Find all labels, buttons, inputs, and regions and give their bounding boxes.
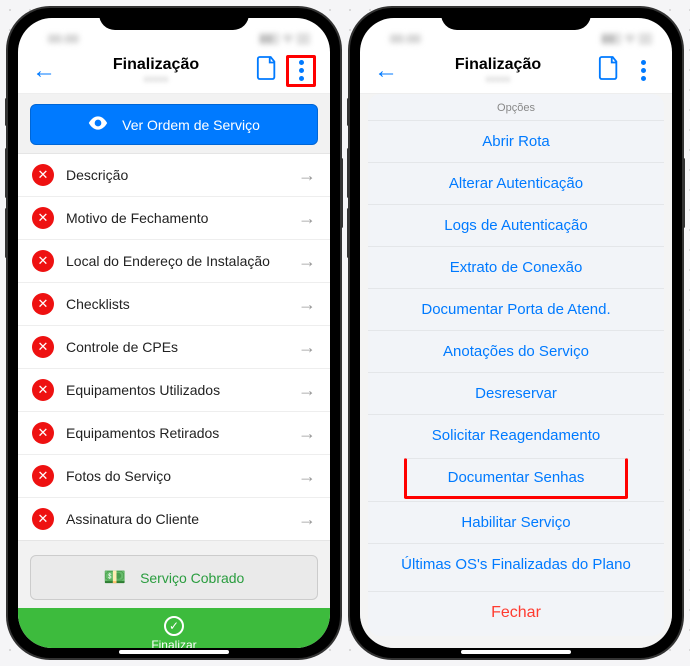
chevron-right-icon: → (298, 208, 316, 229)
sheet-option-service-notes[interactable]: Anotações do Serviço (368, 330, 664, 372)
sheet-option-document-port[interactable]: Documentar Porta de Atend. (368, 288, 664, 330)
error-icon: ✕ (32, 293, 54, 315)
page-subtitle: xxxxx (144, 74, 169, 85)
list-item[interactable]: ✕Fotos do Serviço→ (18, 455, 330, 498)
view-service-order-button[interactable]: Ver Ordem de Serviço (30, 104, 318, 145)
list-item[interactable]: ✕Equipamentos Utilizados→ (18, 369, 330, 412)
list-item[interactable]: ✕Descrição→ (18, 154, 330, 197)
status-bar: 00:00 ▮▮▯ ᯤ ▯▯ (360, 18, 672, 48)
sheet-title: Opções (368, 94, 664, 120)
sheet-option-request-reschedule[interactable]: Solicitar Reagendamento (368, 414, 664, 456)
error-icon: ✕ (32, 336, 54, 358)
error-icon: ✕ (32, 379, 54, 401)
error-icon: ✕ (32, 250, 54, 272)
check-icon: ✓ (164, 616, 184, 636)
finalization-checklist: ✕Descrição→ ✕Motivo de Fechamento→ ✕Loca… (18, 153, 330, 541)
error-icon: ✕ (32, 465, 54, 487)
page-title: Finalização (455, 56, 541, 74)
document-icon[interactable] (256, 55, 278, 86)
list-item[interactable]: ✕Checklists→ (18, 283, 330, 326)
error-icon: ✕ (32, 164, 54, 186)
sheet-option-unreserve[interactable]: Desreservar (368, 372, 664, 414)
back-button[interactable]: ← (32, 57, 56, 85)
error-icon: ✕ (32, 422, 54, 444)
more-menu-button[interactable] (628, 55, 658, 87)
chevron-right-icon: → (298, 337, 316, 358)
list-item[interactable]: ✕Controle de CPEs→ (18, 326, 330, 369)
service-charged-label: Serviço Cobrado (140, 570, 244, 586)
sheet-option-auth-logs[interactable]: Logs de Autenticação (368, 204, 664, 246)
sheet-cancel-button[interactable]: Fechar (368, 591, 664, 634)
page-subtitle: xxxxx (486, 74, 511, 85)
chevron-right-icon: → (298, 423, 316, 444)
chevron-right-icon: → (298, 251, 316, 272)
sheet-option-open-route[interactable]: Abrir Rota (368, 120, 664, 162)
document-icon[interactable] (598, 55, 620, 86)
chevron-right-icon: → (298, 380, 316, 401)
chevron-right-icon: → (298, 466, 316, 487)
sheet-option-change-auth[interactable]: Alterar Autenticação (368, 162, 664, 204)
more-menu-button[interactable] (286, 55, 316, 87)
options-action-sheet: Opções Abrir Rota Alterar Autenticação L… (368, 94, 664, 636)
chevron-right-icon: → (298, 165, 316, 186)
finalize-label: Finalizar (26, 638, 322, 648)
list-item[interactable]: ✕Motivo de Fechamento→ (18, 197, 330, 240)
back-button[interactable]: ← (374, 57, 398, 85)
error-icon: ✕ (32, 207, 54, 229)
navbar: ← Finalização xxxxx (360, 48, 672, 94)
chevron-right-icon: → (298, 509, 316, 530)
error-icon: ✕ (32, 508, 54, 530)
list-item[interactable]: ✕Equipamentos Retirados→ (18, 412, 330, 455)
finalize-button[interactable]: ✓ Finalizar (18, 608, 330, 648)
page-title: Finalização (113, 56, 199, 74)
view-service-order-label: Ver Ordem de Serviço (122, 117, 260, 133)
sheet-option-enable-service[interactable]: Habilitar Serviço (368, 501, 664, 543)
money-icon: 💵 (104, 567, 126, 588)
list-item[interactable]: ✕Assinatura do Cliente→ (18, 498, 330, 540)
navbar: ← Finalização xxxxx (18, 48, 330, 94)
sheet-option-document-passwords[interactable]: Documentar Senhas (404, 458, 628, 499)
service-charged-button[interactable]: 💵 Serviço Cobrado (30, 555, 318, 600)
list-item[interactable]: ✕Local do Endereço de Instalação→ (18, 240, 330, 283)
status-bar: 00:00 ▮▮▯ ᯤ ▯▯ (18, 18, 330, 48)
eye-icon (88, 116, 108, 133)
sheet-option-last-os-finalized[interactable]: Últimas OS's Finalizadas do Plano (368, 543, 664, 585)
chevron-right-icon: → (298, 294, 316, 315)
sheet-option-connection-extract[interactable]: Extrato de Conexão (368, 246, 664, 288)
